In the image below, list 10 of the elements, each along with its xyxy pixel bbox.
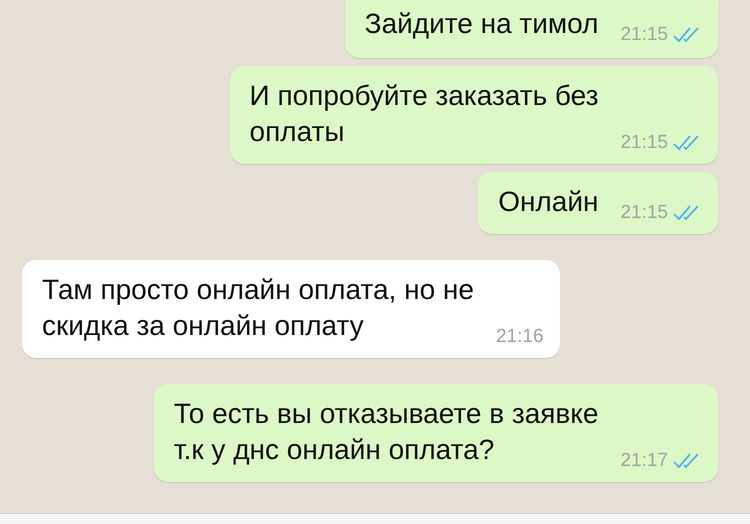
message-time: 21:17 (620, 450, 668, 472)
message-time: 21:15 (620, 202, 668, 224)
message-time: 21:15 (620, 132, 668, 154)
message-time: 21:15 (620, 24, 668, 46)
message-text: Онлайн (498, 185, 598, 219)
message-text: Там просто онлайн оплата, но не скидка за онлайн оплату (42, 273, 474, 343)
message-text: Зайдите на тимол (364, 7, 598, 41)
message-text: То есть вы отказываете в заявке т.к у днс онлайн оплата? (174, 397, 598, 467)
message-time: 21:16 (496, 326, 544, 348)
message-text: И попробуйте заказать без оплаты (250, 79, 598, 149)
